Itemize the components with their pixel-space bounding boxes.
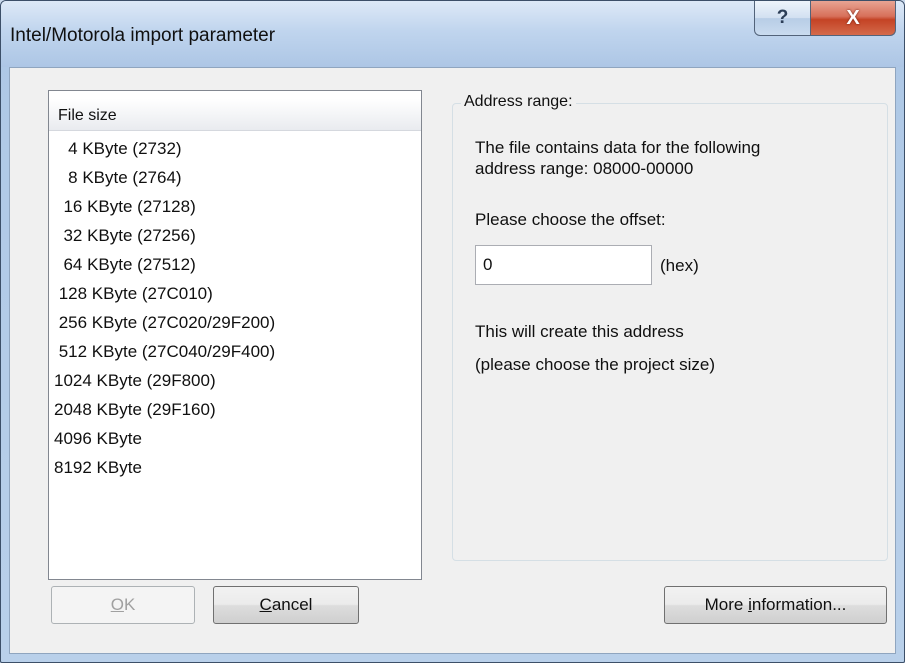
list-item[interactable]: 4096 KByte bbox=[49, 425, 421, 454]
help-button[interactable]: ? bbox=[754, 1, 811, 36]
close-icon: X bbox=[846, 6, 860, 29]
list-item[interactable]: 2048 KByte (29F160) bbox=[49, 396, 421, 425]
ok-label-rest: K bbox=[123, 595, 136, 614]
dialog-client-area: File size 4 KByte (2732) 8 KByte (2764) … bbox=[9, 67, 896, 654]
list-item[interactable]: 512 KByte (27C040/29F400) bbox=[49, 338, 421, 367]
list-item[interactable]: 256 KByte (27C020/29F200) bbox=[49, 309, 421, 338]
address-info-line-2: address range: 08000-00000 bbox=[475, 159, 694, 178]
more-information-button[interactable]: More i nformation... bbox=[664, 586, 887, 624]
file-size-listbox[interactable]: File size 4 KByte (2732) 8 KByte (2764) … bbox=[48, 90, 422, 580]
window-title: Intel/Motorola import parameter bbox=[10, 25, 276, 46]
list-item[interactable]: 32 KByte (27256) bbox=[49, 222, 421, 251]
result-line-1: This will create this address bbox=[475, 322, 684, 341]
ok-mnemonic: O bbox=[110, 595, 124, 614]
list-item[interactable]: 128 KByte (27C010) bbox=[49, 280, 421, 309]
address-info-line-1: The file contains data for the following bbox=[475, 138, 761, 157]
list-item[interactable]: 64 KByte (27512) bbox=[49, 251, 421, 280]
help-icon: ? bbox=[776, 7, 789, 28]
file-size-items: 4 KByte (2732) 8 KByte (2764) 16 KByte (… bbox=[49, 135, 421, 483]
list-item[interactable]: 8 KByte (2764) bbox=[49, 164, 421, 193]
title-bar[interactable]: Intel/Motorola import parameter ? X bbox=[1, 1, 904, 67]
cancel-button[interactable]: Cancel bbox=[213, 586, 359, 624]
list-item[interactable]: 4 KByte (2732) bbox=[49, 135, 421, 164]
offset-input[interactable] bbox=[475, 245, 652, 285]
cancel-label-rest: ancel bbox=[271, 595, 313, 614]
ok-button[interactable]: OK bbox=[51, 586, 195, 624]
cancel-mnemonic: C bbox=[259, 595, 272, 614]
list-item[interactable]: 16 KByte (27128) bbox=[49, 193, 421, 222]
list-column-header[interactable]: File size bbox=[49, 99, 421, 131]
list-item[interactable]: 8192 KByte bbox=[49, 454, 421, 483]
more-label-rest: nformation... bbox=[751, 595, 847, 614]
list-item[interactable]: 1024 KByte (29F800) bbox=[49, 367, 421, 396]
dialog-window: Intel/Motorola import parameter ? X File… bbox=[0, 0, 905, 663]
offset-label: Please choose the offset: bbox=[475, 210, 666, 229]
hex-label: (hex) bbox=[660, 256, 699, 275]
more-label-pre: More bbox=[704, 595, 749, 614]
result-line-2: (please choose the project size) bbox=[475, 355, 716, 374]
close-button[interactable]: X bbox=[810, 1, 896, 36]
address-range-title: Address range: bbox=[461, 93, 576, 111]
address-info-text: The file contains data for the following… bbox=[475, 137, 760, 179]
